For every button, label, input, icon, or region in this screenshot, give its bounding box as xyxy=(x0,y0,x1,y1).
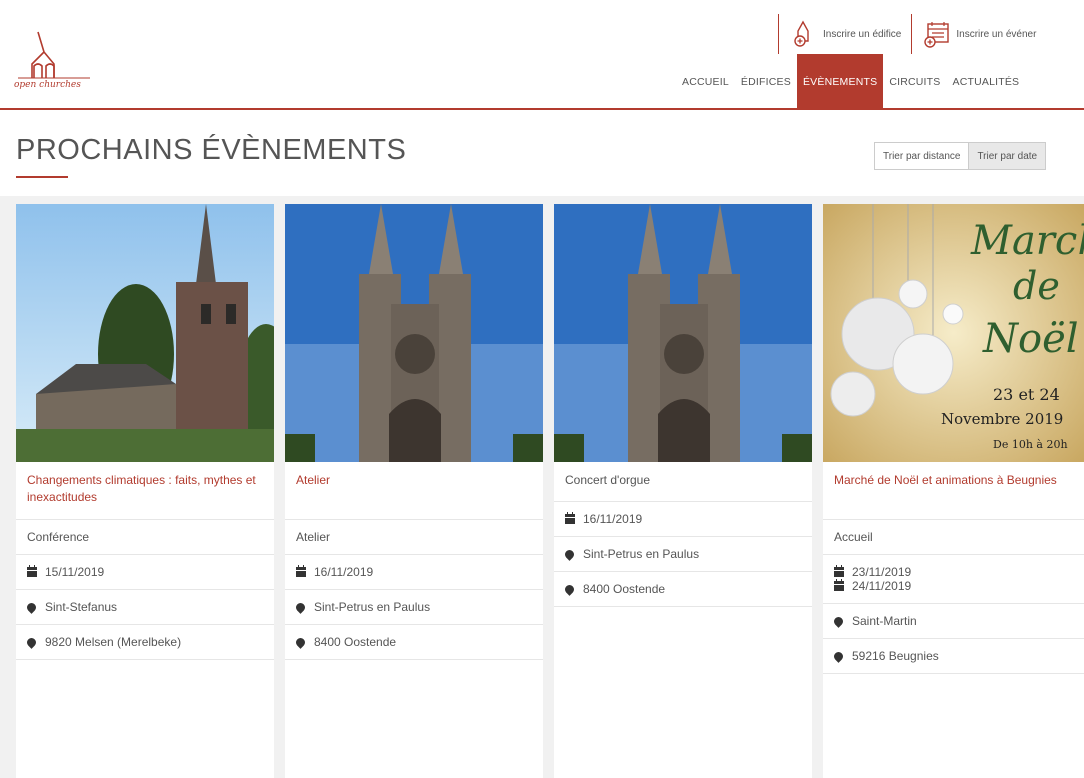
map-pin-icon xyxy=(25,636,38,649)
nav-item-accueil[interactable]: ACCUEIL xyxy=(676,54,735,110)
top-actions: Inscrire un édifice Inscrire un événer xyxy=(778,14,1046,54)
event-address-row: 8400 Oostende xyxy=(554,572,812,607)
event-address: 8400 Oostende xyxy=(583,582,666,596)
event-address-row: 59216 Beugnies xyxy=(823,639,1084,674)
sort-controls: Trier par distance Trier par date xyxy=(874,142,1047,170)
register-building-label: Inscrire un édifice xyxy=(823,28,902,40)
register-event-label: Inscrire un événer xyxy=(956,28,1037,40)
event-date: 16/11/2019 xyxy=(314,565,374,579)
sort-by-distance-button[interactable]: Trier par distance xyxy=(874,142,970,170)
event-card[interactable]: Concert d'orgue 16/11/2019 Sint-Petrus e… xyxy=(554,204,812,778)
title-underline xyxy=(16,176,68,178)
map-pin-icon xyxy=(832,615,845,628)
event-title[interactable]: Marché de Noël et animations à Beugnies xyxy=(823,462,1084,520)
event-title[interactable]: Atelier xyxy=(285,462,543,520)
church-logo-icon xyxy=(18,31,90,79)
nav-item-circuits[interactable]: CIRCUITS xyxy=(883,54,946,110)
event-address-row: 8400 Oostende xyxy=(285,625,543,660)
event-address-row: 9820 Melsen (Merelbeke) xyxy=(16,625,274,660)
event-type: Atelier xyxy=(285,520,543,555)
logo[interactable]: open churches xyxy=(14,22,94,92)
map-pin-icon xyxy=(294,601,307,614)
main-nav: ACCUEIL ÉDIFICES ÉVÈNEMENTS CIRCUITS ACT… xyxy=(676,54,1025,110)
register-event-link[interactable]: Inscrire un événer xyxy=(911,14,1036,54)
event-date: 24/11/2019 xyxy=(852,579,912,593)
logo-text: open churches xyxy=(14,80,81,90)
event-image-cathedral[interactable] xyxy=(285,204,543,462)
poster-line4: 23 et 24 xyxy=(993,385,1060,404)
event-date-row: 15/11/2019 xyxy=(16,555,274,590)
event-place: Saint-Martin xyxy=(852,614,917,628)
site-header: open churches Inscrire un édifice Inscri… xyxy=(0,0,1084,110)
nav-item-evenements[interactable]: ÉVÈNEMENTS xyxy=(796,54,884,110)
event-place-row: Sint-Stefanus xyxy=(16,590,274,625)
event-place-row: Sint-Petrus en Paulus xyxy=(285,590,543,625)
sort-by-date-button[interactable]: Trier par date xyxy=(969,142,1047,170)
church-plus-icon xyxy=(794,20,809,47)
map-pin-icon xyxy=(563,583,576,596)
poster-line6: De 10h à 20h xyxy=(993,438,1068,451)
event-dates-row: 23/11/2019 24/11/2019 xyxy=(823,555,1084,604)
event-date-row: 16/11/2019 xyxy=(285,555,543,590)
event-image-poster[interactable]: Marché de Noël 23 et 24 Novembre 2019 De… xyxy=(823,204,1084,462)
register-building-link[interactable]: Inscrire un édifice xyxy=(778,14,901,54)
map-pin-icon xyxy=(563,548,576,561)
poster-line3: Noël xyxy=(982,316,1079,362)
event-card[interactable]: Marché de Noël 23 et 24 Novembre 2019 De… xyxy=(823,204,1084,778)
event-image-church[interactable] xyxy=(16,204,274,462)
event-address: 9820 Melsen (Merelbeke) xyxy=(45,635,182,649)
event-date: 23/11/2019 xyxy=(852,565,912,579)
calendar-icon xyxy=(834,565,844,577)
map-pin-icon xyxy=(294,636,307,649)
event-card[interactable]: Changements climatiques : faits, mythes … xyxy=(16,204,274,778)
nav-item-actualites[interactable]: ACTUALITÉS xyxy=(947,54,1026,110)
event-place-row: Sint-Petrus en Paulus xyxy=(554,537,812,572)
event-place: Sint-Stefanus xyxy=(45,600,118,614)
map-pin-icon xyxy=(25,601,38,614)
calendar-plus-icon xyxy=(924,22,950,48)
event-address: 59216 Beugnies xyxy=(852,649,939,663)
page-title: PROCHAINS ÉVÈNEMENTS xyxy=(16,134,407,166)
event-date: 15/11/2019 xyxy=(45,565,105,579)
event-place: Sint-Petrus en Paulus xyxy=(314,600,431,614)
event-date: 16/11/2019 xyxy=(583,512,643,526)
calendar-icon xyxy=(296,565,306,577)
event-card[interactable]: Atelier Atelier 16/11/2019 Sint-Petrus e… xyxy=(285,204,543,778)
event-date-row: 16/11/2019 xyxy=(554,502,812,537)
calendar-icon xyxy=(565,512,575,524)
event-place-row: Saint-Martin xyxy=(823,604,1084,639)
poster-line5: Novembre 2019 xyxy=(941,410,1063,428)
nav-item-edifices[interactable]: ÉDIFICES xyxy=(735,54,797,110)
poster-line2: de xyxy=(1013,264,1060,308)
map-pin-icon xyxy=(832,650,845,663)
event-place: Sint-Petrus en Paulus xyxy=(583,547,700,561)
poster-line1: Marché xyxy=(970,218,1084,264)
calendar-icon xyxy=(27,565,37,577)
event-title[interactable]: Changements climatiques : faits, mythes … xyxy=(16,462,274,520)
event-image-cathedral[interactable] xyxy=(554,204,812,462)
event-address: 8400 Oostende xyxy=(314,635,397,649)
event-title[interactable]: Concert d'orgue xyxy=(554,462,812,502)
event-type: Conférence xyxy=(16,520,274,555)
calendar-icon xyxy=(834,579,844,591)
event-type: Accueil xyxy=(823,520,1084,555)
